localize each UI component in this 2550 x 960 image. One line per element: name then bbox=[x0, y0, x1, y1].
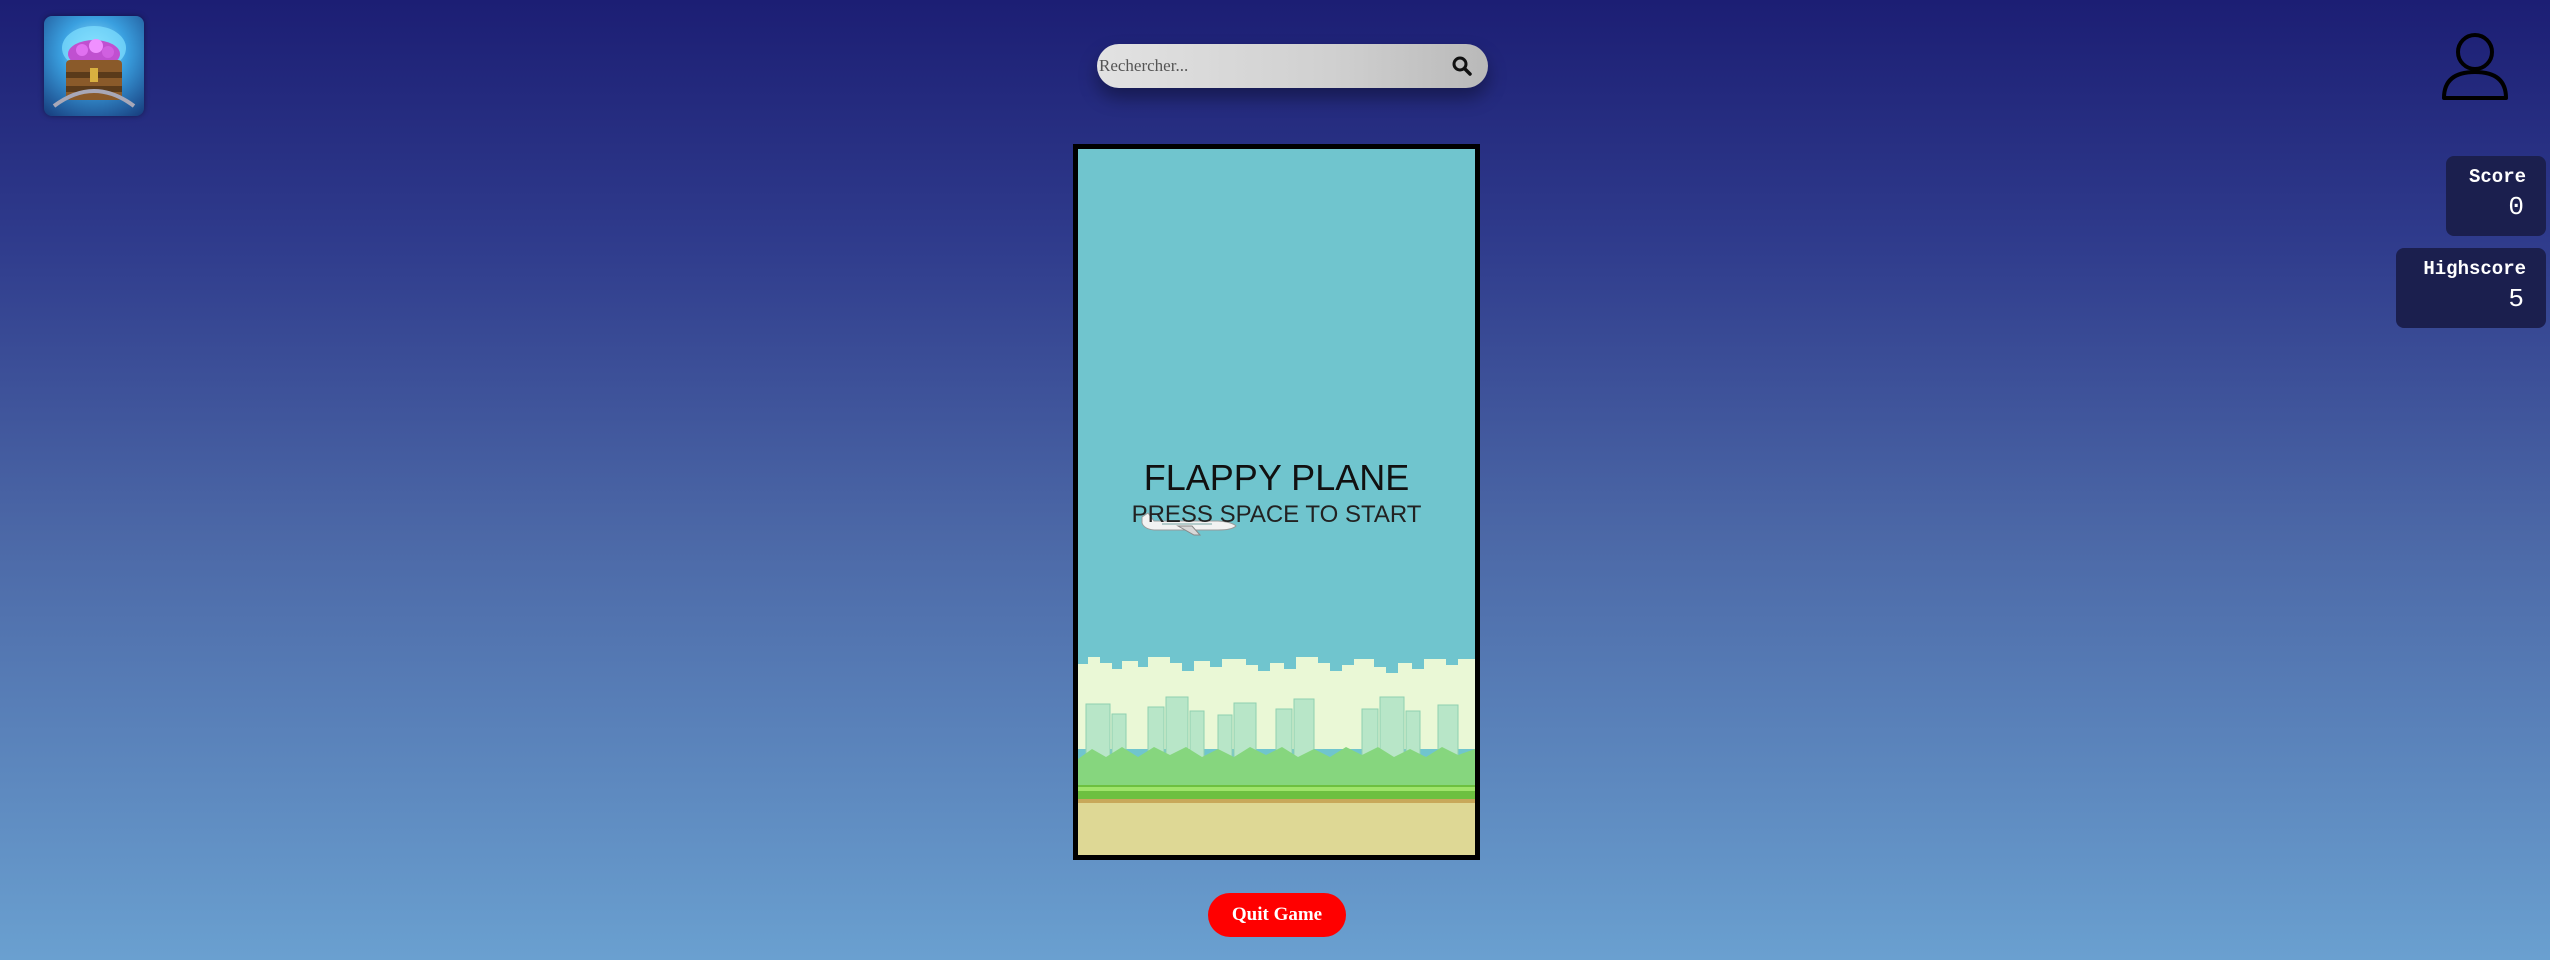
game-canvas[interactable]: FLAPPY PLANE PRESS SPACE TO START bbox=[1073, 144, 1480, 860]
score-label: Score bbox=[2468, 166, 2526, 188]
treasure-chest-logo-icon[interactable] bbox=[44, 16, 144, 116]
game-start-hint: PRESS SPACE TO START bbox=[1131, 501, 1422, 528]
game-title: FLAPPY PLANE bbox=[1143, 457, 1410, 498]
search-icon[interactable] bbox=[1450, 54, 1474, 78]
search-bar bbox=[1097, 44, 1488, 88]
search-input[interactable] bbox=[1097, 44, 1427, 88]
user-icon[interactable] bbox=[2440, 30, 2510, 102]
score-panel: Score 0 bbox=[2446, 156, 2546, 236]
highscore-panel: Highscore 5 bbox=[2396, 248, 2546, 328]
score-value: 0 bbox=[2508, 192, 2524, 222]
highscore-value: 5 bbox=[2508, 284, 2524, 314]
highscore-label: Highscore bbox=[2423, 258, 2526, 280]
quit-game-button[interactable]: Quit Game bbox=[1208, 893, 1346, 937]
